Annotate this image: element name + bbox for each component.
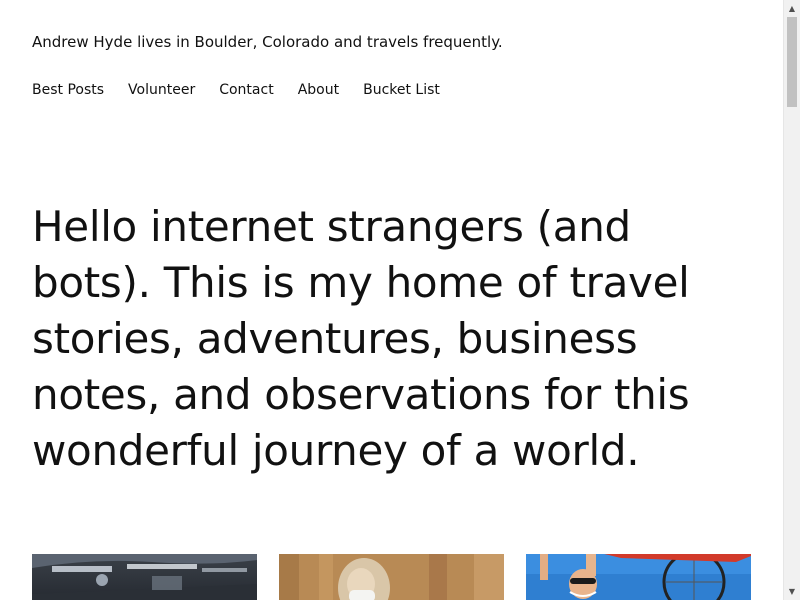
nav-bucket-list[interactable]: Bucket List xyxy=(363,80,440,100)
post-card-bicycle[interactable] xyxy=(526,554,751,600)
nav-contact[interactable]: Contact xyxy=(219,80,273,100)
person-with-mask-photo xyxy=(279,554,504,600)
scrollbar-thumb[interactable] xyxy=(787,17,797,107)
nav-about[interactable]: About xyxy=(298,80,339,100)
scroll-down-arrow-icon[interactable]: ▼ xyxy=(784,583,800,600)
site-tagline: Andrew Hyde lives in Boulder, Colorado a… xyxy=(32,33,503,51)
main-nav: Best Posts Volunteer Contact About Bucke… xyxy=(32,80,464,100)
post-card-airport[interactable] xyxy=(32,554,257,600)
post-cards xyxy=(32,554,752,600)
vertical-scrollbar[interactable]: ▲ ▼ xyxy=(783,0,800,600)
nav-volunteer[interactable]: Volunteer xyxy=(128,80,195,100)
scroll-up-arrow-icon[interactable]: ▲ xyxy=(784,0,800,17)
hero-intro: Hello internet strangers (and bots). Thi… xyxy=(32,202,690,475)
page: Andrew Hyde lives in Boulder, Colorado a… xyxy=(0,0,783,600)
person-lifting-bicycle-photo xyxy=(526,554,751,600)
airport-interior-photo xyxy=(32,554,257,600)
post-card-mask[interactable] xyxy=(279,554,504,600)
nav-best-posts[interactable]: Best Posts xyxy=(32,80,104,100)
